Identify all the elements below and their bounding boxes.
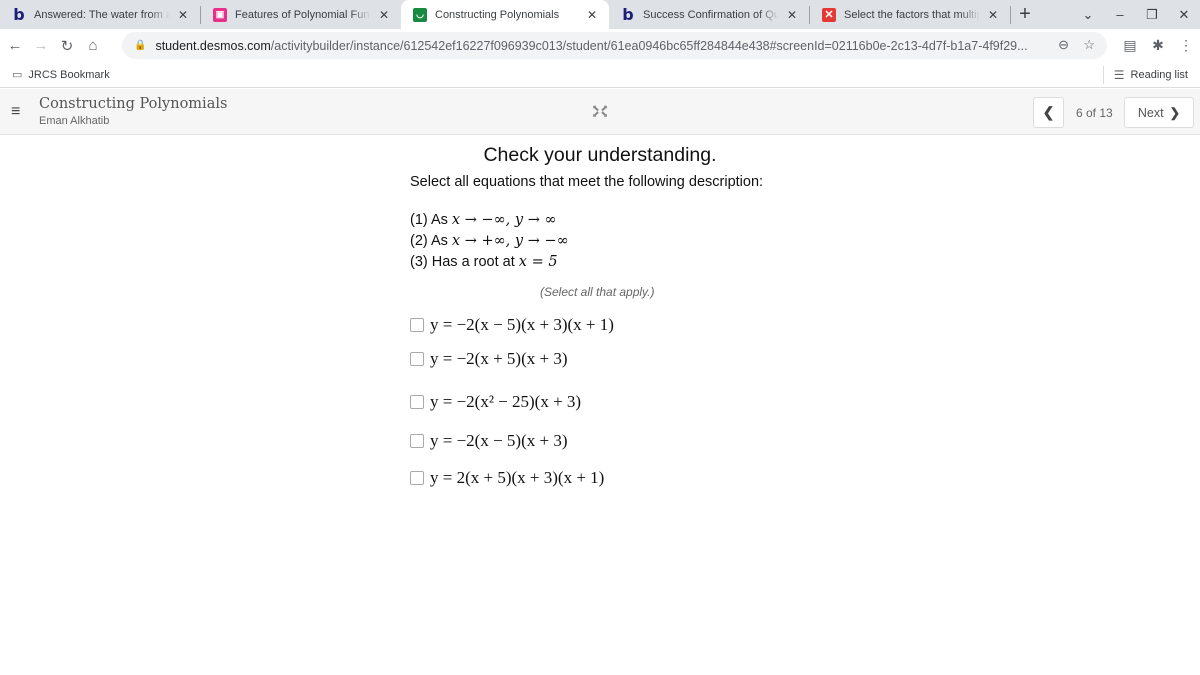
new-tab-button[interactable]: + (1011, 0, 1039, 29)
choice-5[interactable]: y = 2(x + 5)(x + 3)(x + 1) (410, 468, 604, 488)
tab-select-factors[interactable]: ✕ Select the factors that multiply ✕ (810, 0, 1010, 29)
close-icon[interactable]: ✕ (176, 8, 190, 22)
bookmark-star-icon[interactable]: ☆ (1083, 37, 1095, 53)
choice-equation: y = 2(x + 5)(x + 3)(x + 1) (430, 468, 605, 487)
media-icon[interactable]: ▤ (1116, 37, 1144, 54)
choice-equation: y = −2(x² − 25)(x + 3) (430, 392, 582, 411)
restore-icon[interactable]: ❐ (1136, 7, 1168, 23)
bookmark-jrcs[interactable]: ▭ JRCS Bookmark (12, 68, 110, 82)
expand-icon[interactable]: ⬉⬈ ⬋⬊ (592, 104, 609, 119)
tab-constructing-polynomials[interactable]: ◡ Constructing Polynomials ✕ (401, 0, 609, 29)
choice-4[interactable]: y = −2(x − 5)(x + 3) (410, 431, 568, 451)
tab-strip: b Answered: The water from an ✕ ▣ Featur… (0, 0, 1200, 29)
url-path: /activitybuilder/instance/612542ef16227f… (270, 38, 1028, 53)
reading-list-button[interactable]: ☰ Reading list (1102, 65, 1188, 84)
desmos-icon: ◡ (413, 7, 427, 22)
tab-answered[interactable]: b Answered: The water from an ✕ (0, 0, 200, 29)
lock-icon[interactable]: 🔒 (134, 40, 146, 51)
tab-title: Features of Polynomial Functi (235, 8, 371, 21)
tab-search-icon[interactable]: ⌄ (1072, 7, 1104, 23)
url-host: student.desmos.com (155, 38, 271, 53)
previous-screen-button[interactable]: ❮ (1033, 97, 1064, 128)
choice-checkbox[interactable] (410, 318, 424, 332)
choice-checkbox[interactable] (410, 471, 424, 485)
condition-prefix: (3) Has a root at (410, 254, 519, 270)
choice-checkbox[interactable] (410, 352, 424, 366)
chevron-right-icon: ❯ (1169, 106, 1181, 120)
tab-title: Select the factors that multiply (844, 8, 980, 21)
close-icon[interactable]: ✕ (585, 8, 599, 22)
close-icon[interactable]: ✕ (785, 8, 799, 22)
choice-checkbox[interactable] (410, 434, 424, 448)
reload-icon[interactable]: ↻ (56, 37, 78, 55)
mathway-icon: ✕ (822, 7, 836, 22)
tab-success-confirmation[interactable]: b Success Confirmation of Ques ✕ (609, 0, 809, 29)
back-icon[interactable]: ← (4, 37, 26, 54)
condition-math: x = 5 (518, 254, 558, 270)
condition-1: (1) As x → −∞, y → ∞ (410, 212, 557, 228)
hamburger-menu-icon[interactable]: ≡ (11, 103, 20, 121)
window-controls: ⌄ – ❐ ✕ (1072, 0, 1200, 29)
condition-math: x → +∞, y → −∞ (451, 233, 569, 249)
condition-prefix: (2) As (410, 233, 452, 249)
close-icon[interactable]: ✕ (377, 8, 391, 22)
bookmarks-bar: ▭ JRCS Bookmark ☰ Reading list (0, 62, 1200, 88)
activity-header: ≡ Constructing Polynomials Eman Alkhatib… (0, 89, 1200, 135)
next-label: Next (1137, 105, 1164, 120)
question-instruction: Select all equations that meet the follo… (410, 174, 764, 190)
choice-1[interactable]: y = −2(x − 5)(x + 3)(x + 1) (410, 315, 614, 335)
chevron-left-icon: ❮ (1042, 104, 1055, 120)
menu-icon[interactable]: ⋮ (1172, 37, 1200, 54)
reading-list-label: Reading list (1130, 68, 1188, 81)
student-name: Eman Alkhatib (39, 115, 110, 127)
close-icon[interactable]: ✕ (986, 8, 1000, 22)
forward-icon[interactable]: → (30, 37, 52, 54)
folder-icon: ▭ (12, 69, 23, 81)
minimize-icon[interactable]: – (1104, 7, 1136, 22)
browser-toolbar: ← → ↻ ⌂ 🔒 student.desmos.com/activitybui… (0, 29, 1200, 62)
reading-list-icon: ☰ (1113, 67, 1125, 82)
bartleby-icon: b (13, 5, 25, 24)
question-heading: Check your understanding. (483, 144, 717, 166)
extensions-icon[interactable]: ✱ (1144, 37, 1172, 54)
condition-2: (2) As x → +∞, y → −∞ (410, 233, 569, 249)
choice-equation: y = −2(x − 5)(x + 3) (430, 431, 568, 450)
zoom-icon[interactable]: ⊖ (1058, 37, 1069, 53)
condition-prefix: (1) As (410, 212, 452, 228)
select-all-hint: (Select all that apply.) (540, 285, 655, 299)
tab-title: Success Confirmation of Ques (643, 8, 779, 21)
choice-3[interactable]: y = −2(x² − 25)(x + 3) (410, 392, 581, 412)
tab-title: Answered: The water from an (34, 8, 170, 21)
address-bar[interactable]: 🔒 student.desmos.com/activitybuilder/ins… (122, 32, 1107, 59)
toolbar-actions: ▤ ✱ ⋮ (1116, 29, 1200, 62)
choice-equation: y = −2(x + 5)(x + 3) (430, 349, 568, 368)
next-screen-button[interactable]: Next ❯ (1124, 97, 1194, 128)
home-icon[interactable]: ⌂ (82, 37, 104, 54)
activity-title: Constructing Polynomials (39, 96, 228, 112)
bookmark-label: JRCS Bookmark (28, 68, 110, 81)
choice-checkbox[interactable] (410, 395, 424, 409)
window-close-icon[interactable]: ✕ (1168, 7, 1200, 23)
choice-2[interactable]: y = −2(x + 5)(x + 3) (410, 349, 568, 369)
page-indicator: 6 of 13 (1076, 106, 1113, 120)
condition-math: x → −∞, y → ∞ (451, 212, 557, 228)
condition-3: (3) Has a root at x = 5 (410, 254, 558, 270)
choice-equation: y = −2(x − 5)(x + 3)(x + 1) (430, 315, 614, 334)
tab-features-polynomial[interactable]: ▣ Features of Polynomial Functi ✕ (201, 0, 401, 29)
classroom-icon: ▣ (213, 7, 227, 22)
tab-title: Constructing Polynomials (435, 8, 560, 21)
bartleby-icon: b (622, 5, 634, 24)
